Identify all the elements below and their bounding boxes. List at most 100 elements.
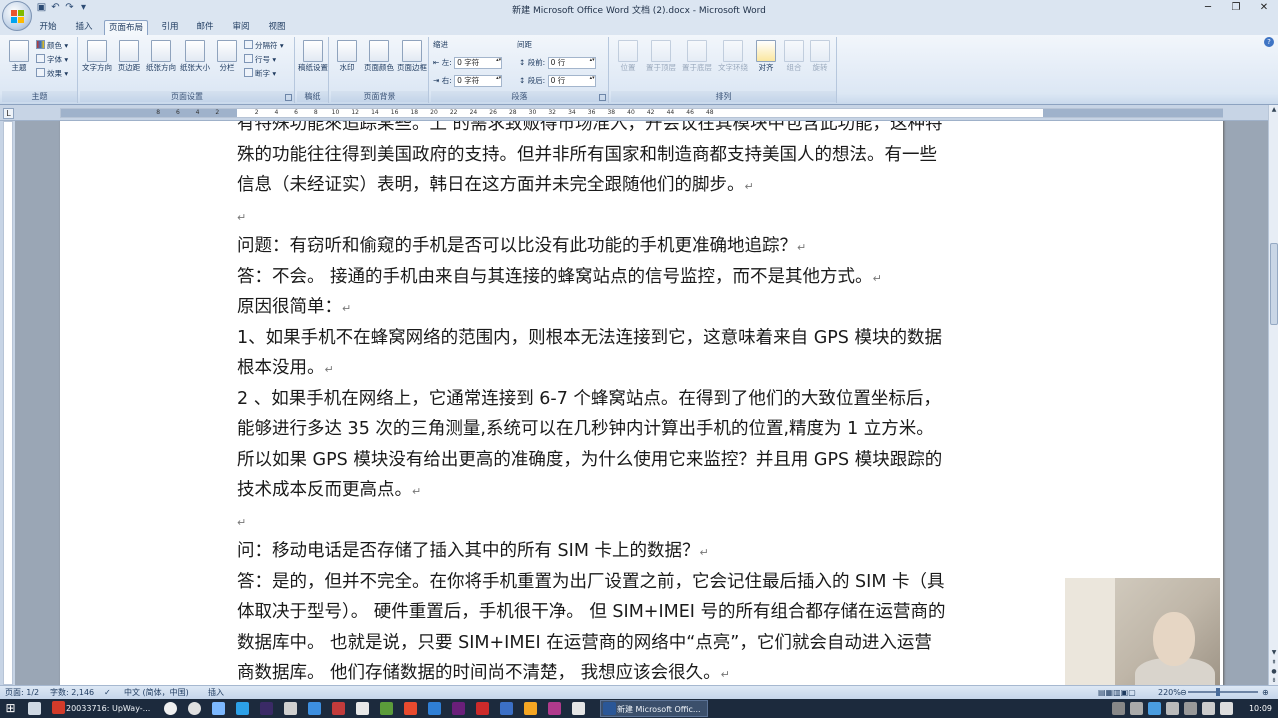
document-line[interactable]: 殊的功能往往得到美国政府的支持。但并非所有国家和制造商都支持美国人的想法。有一些 [237, 140, 1057, 171]
columns-button[interactable]: 分栏 [214, 40, 240, 72]
tab-references[interactable]: 引用 [155, 20, 185, 35]
indent-right-input[interactable]: 0 字符 [454, 75, 503, 87]
spacing-before-input[interactable]: 0 行 [547, 57, 596, 69]
document-line[interactable]: 原因很简单：↵ [237, 292, 1057, 323]
status-language[interactable]: 中文 (简体，中国) [124, 686, 189, 699]
app-icon-6[interactable] [308, 702, 321, 715]
document-line[interactable]: 技术成本反而更高点。↵ [237, 475, 1057, 506]
status-mode[interactable]: 插入 [208, 686, 224, 699]
spellcheck-icon[interactable]: ✓ [104, 686, 111, 699]
document-line[interactable]: ↵ [237, 201, 1057, 232]
scroll-down-icon[interactable]: ▼ [1270, 649, 1278, 657]
help-icon[interactable]: ? [1264, 37, 1274, 47]
scroll-up-icon[interactable]: ▲ [1270, 106, 1278, 114]
taskbar-clock[interactable]: 10:09 [1249, 699, 1272, 718]
tab-mailings[interactable]: 邮件 [190, 20, 220, 35]
horizontal-ruler[interactable]: L 8 6 4 2 2 4 6 8 10 12 14 16 18 20 22 24 26 28 30 32 34 36 38… [0, 105, 1278, 121]
document-line[interactable]: 所以如果 GPS 模块没有给出更高的准确度，为什么使用它来监控？并且用 GPS … [237, 445, 1057, 476]
document-line[interactable]: 答：是的，但并不完全。在你将手机重置为出厂设置之前，它会记住最后插入的 SIM … [237, 567, 1057, 598]
tray-icon-2[interactable] [1130, 702, 1143, 715]
task-view-icon[interactable] [28, 702, 41, 715]
previous-page-icon[interactable]: ⇞ [1270, 659, 1278, 667]
size-button[interactable]: 纸张大小 [178, 40, 212, 72]
app-icon-8[interactable] [356, 702, 369, 715]
office-button[interactable] [2, 1, 32, 31]
tray-icon-4[interactable] [1166, 702, 1179, 715]
document-line[interactable]: ↵ [237, 506, 1057, 537]
position-button[interactable]: 位置 [613, 40, 643, 72]
input-method-icon[interactable] [1220, 702, 1233, 715]
app-icon-10[interactable] [404, 702, 417, 715]
document-line[interactable]: 问题：有窃听和偷窥的手机是否可以比没有此功能的手机更准确地追踪？↵ [237, 231, 1057, 262]
zoom-slider[interactable] [1188, 688, 1258, 696]
document-body[interactable]: 有特殊功能來追踪某些。上 的需求致贩得市场准入，开会议在其模块中包含此功能，这种… [237, 121, 1057, 685]
app-icon-12[interactable] [452, 702, 465, 715]
select-browse-object-icon[interactable]: ● [1270, 668, 1278, 676]
tab-view[interactable]: 视图 [262, 20, 292, 35]
theme-effects-button[interactable]: 效果 ▾ [36, 68, 68, 80]
spacing-after-input[interactable]: 0 行 [547, 75, 596, 87]
app-icon-5[interactable] [284, 702, 297, 715]
tray-icon-1[interactable] [1112, 702, 1125, 715]
taskbar-item-word[interactable]: 新建 Microsoft Offic... [600, 700, 708, 717]
bring-front-button[interactable]: 置于顶层 [643, 40, 679, 72]
document-line[interactable]: 体取决于型号）。 硬件重置后，手机很干净。 但 SIM+IMEI 号的所有组合都… [237, 597, 1057, 628]
document-line[interactable]: 2 、如果手机在网络上，它通常连接到 6-7 个蜂窝站点。在得到了他们的大致位置… [237, 384, 1057, 415]
zoom-in-button[interactable]: ⊕ [1262, 686, 1269, 699]
line-numbers-button[interactable]: 行号 ▾ [244, 54, 276, 66]
minimize-button[interactable]: ─ [1194, 0, 1222, 17]
document-page[interactable]: 有特殊功能來追踪某些。上 的需求致贩得市场准入，开会议在其模块中包含此功能，这种… [60, 121, 1223, 685]
tray-icon-3[interactable] [1148, 702, 1161, 715]
tab-review[interactable]: 审阅 [226, 20, 256, 35]
tab-insert[interactable]: 插入 [68, 20, 100, 35]
theme-fonts-button[interactable]: 字体 ▾ [36, 54, 68, 66]
document-line[interactable]: 商数据库。 他们存储数据的时间尚不清楚， 我想应该会很久。↵ [237, 658, 1057, 685]
align-button[interactable]: 对齐 [751, 40, 781, 72]
theme-colors-button[interactable]: 颜色 ▾ [36, 40, 68, 52]
status-words[interactable]: 字数: 2,146 [50, 686, 94, 699]
zoom-slider-handle[interactable] [1216, 688, 1220, 696]
view-buttons-icon[interactable]: ▤▦▥▣▢ [1098, 686, 1136, 699]
tab-selector[interactable]: L [3, 108, 14, 119]
app-icon-14[interactable] [500, 702, 513, 715]
windows-start-icon[interactable]: ⊞ [3, 701, 18, 716]
paragraph-launcher[interactable] [599, 94, 606, 101]
taskbar-item-upway[interactable]: 20033716: UpWay-... [50, 700, 154, 717]
breaks-button[interactable]: 分隔符 ▾ [244, 40, 284, 52]
status-zoom[interactable]: 220% [1158, 686, 1181, 699]
send-back-button[interactable]: 置于底层 [679, 40, 715, 72]
app-icon-11[interactable] [428, 702, 441, 715]
app-icon-2[interactable] [212, 702, 225, 715]
app-icon-16[interactable] [548, 702, 561, 715]
document-line[interactable]: 问：移动电话是否存储了插入其中的所有 SIM 卡上的数据？↵ [237, 536, 1057, 567]
app-icon-15[interactable] [524, 702, 537, 715]
text-wrap-button[interactable]: 文字环绕 [715, 40, 751, 72]
watermark-button[interactable]: 水印 [332, 40, 362, 72]
volume-icon[interactable] [1202, 702, 1215, 715]
indent-left-input[interactable]: 0 字符 [454, 57, 503, 69]
margins-button[interactable]: 页边距 [114, 40, 144, 72]
tab-page-layout[interactable]: 页面布局 [104, 20, 148, 35]
document-line[interactable]: 答：不会。 接通的手机由来自与其连接的蜂窝站点的信号监控，而不是其他方式。↵ [237, 262, 1057, 293]
text-direction-button[interactable]: 文字方向 [80, 40, 114, 72]
app-icon-3[interactable] [236, 702, 249, 715]
page-borders-button[interactable]: 页面边框 [397, 40, 427, 72]
zoom-out-button[interactable]: ⊖ [1180, 686, 1187, 699]
restore-button[interactable]: ❐ [1222, 0, 1250, 17]
document-line[interactable]: 1、如果手机不在蜂窝网络的范围内，则根本无法连接到它，这意味着来自 GPS 模块… [237, 323, 1057, 354]
theme-button[interactable]: 主题 [4, 40, 34, 72]
photoshop-icon[interactable] [260, 702, 273, 715]
chrome-icon[interactable] [164, 702, 177, 715]
scrollbar-thumb[interactable] [1270, 243, 1278, 325]
document-line[interactable]: 数据库中。 也就是说，只要 SIM+IMEI 在运营商的网络中“点亮”，它们就会… [237, 628, 1057, 659]
hyphenation-button[interactable]: 断字 ▾ [244, 68, 276, 80]
rotate-button[interactable]: 旋转 [805, 40, 835, 72]
page-color-button[interactable]: 页面颜色 [362, 40, 396, 72]
orientation-button[interactable]: 纸张方向 [144, 40, 178, 72]
network-icon[interactable] [1184, 702, 1197, 715]
page-setup-launcher[interactable] [285, 94, 292, 101]
document-line[interactable]: 根本没用。↵ [237, 353, 1057, 384]
tab-home[interactable]: 开始 [32, 20, 64, 35]
app-icon-7[interactable] [332, 702, 345, 715]
app-icon-9[interactable] [380, 702, 393, 715]
